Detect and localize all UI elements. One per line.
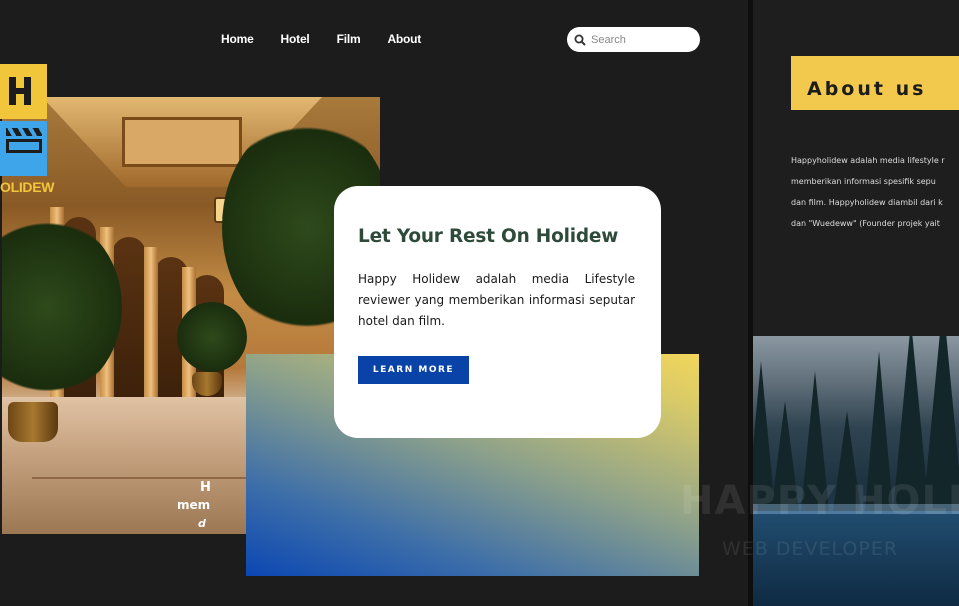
watermark-title: HAPPY HOLIDEW: [680, 478, 959, 524]
hero-description: Happy Holidew adalah media Lifestyle rev…: [358, 272, 635, 328]
logo-text: OLIDEW: [0, 179, 55, 195]
search-input[interactable]: [591, 33, 691, 46]
search-icon: [574, 34, 586, 46]
about-heading: About us: [807, 78, 927, 100]
logo-film-icon: [0, 121, 47, 176]
about-line: dan film. Happyholidew diambil dari k: [791, 198, 943, 207]
watermark-subtitle: WEB DEVELOPER: [722, 538, 899, 560]
about-line: memberikan informasi spesifik sepu: [791, 177, 936, 186]
search-bar[interactable]: [567, 27, 700, 52]
forest-overlay-text: mem: [177, 498, 211, 512]
learn-more-button[interactable]: LEARN MORE: [358, 356, 469, 384]
nav-item-hotel[interactable]: Hotel: [281, 32, 310, 46]
about-line: dan "Wuedeww" (Founder projek yait: [791, 219, 940, 228]
forest-overlay-title: H: [200, 480, 211, 495]
nav-item-about[interactable]: About: [387, 32, 421, 46]
about-heading-box: About us: [791, 56, 959, 110]
hero-title: Let Your Rest On Holidew: [358, 226, 619, 247]
about-line: Happyholidew adalah media lifestyle r: [791, 156, 945, 165]
forest-overlay-subtext: d: [198, 517, 206, 530]
nav-item-film[interactable]: Film: [337, 32, 361, 46]
main-nav: Home Hotel Film About: [221, 32, 448, 46]
hero-card: Let Your Rest On Holidew Happy Holidew a…: [334, 186, 661, 438]
nav-item-home[interactable]: Home: [221, 32, 254, 46]
forest-image: [753, 336, 959, 606]
logo-hotel-icon: [0, 64, 47, 119]
landing-page: Home Hotel Film About Search OLIDEW Let …: [0, 0, 748, 606]
about-text: Happyholidew adalah media lifestyle r me…: [791, 150, 959, 234]
